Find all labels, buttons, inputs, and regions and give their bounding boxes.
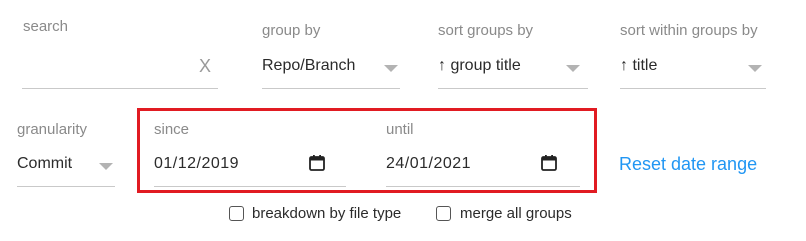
- search-underline: [22, 88, 218, 89]
- until-date-value: 24/01/2021: [386, 155, 472, 172]
- sort-groups-by-select[interactable]: ↑ group title: [438, 52, 588, 90]
- reset-date-range-link[interactable]: Reset date range: [619, 154, 757, 175]
- since-underline: [154, 186, 346, 187]
- search-clear-button[interactable]: X: [199, 56, 211, 77]
- sort-within-groups-by-value: ↑ title: [620, 57, 658, 74]
- since-label: since: [154, 121, 190, 138]
- breakdown-by-file-type-checkbox[interactable]: [229, 206, 244, 221]
- granularity-value: Commit: [17, 155, 73, 172]
- sort-groups-by-underline: [438, 88, 588, 89]
- sort-groups-by-label: sort groups by: [438, 22, 534, 39]
- merge-all-groups-checkbox[interactable]: [436, 206, 451, 221]
- calendar-icon[interactable]: [540, 154, 558, 172]
- chevron-down-icon: [748, 65, 762, 72]
- breakdown-by-file-type-label[interactable]: breakdown by file type: [252, 205, 401, 222]
- since-date-input[interactable]: 01/12/2019: [154, 148, 346, 186]
- until-underline: [386, 186, 580, 187]
- group-by-underline: [262, 88, 400, 89]
- group-by-value: Repo/Branch: [262, 57, 356, 74]
- group-by-select[interactable]: Repo/Branch: [262, 52, 400, 90]
- until-label: until: [386, 121, 414, 138]
- granularity-underline: [17, 186, 115, 187]
- chevron-down-icon: [99, 163, 113, 170]
- calendar-icon[interactable]: [308, 154, 326, 172]
- group-by-label: group by: [262, 22, 321, 39]
- granularity-select[interactable]: Commit: [17, 150, 115, 188]
- sort-within-groups-by-label: sort within groups by: [620, 22, 758, 39]
- sort-within-groups-by-select[interactable]: ↑ title: [620, 52, 766, 90]
- chevron-down-icon: [566, 65, 580, 72]
- merge-all-groups-label[interactable]: merge all groups: [460, 205, 572, 222]
- chevron-down-icon: [384, 65, 398, 72]
- sort-within-groups-by-underline: [620, 88, 766, 89]
- until-date-input[interactable]: 24/01/2021: [386, 148, 580, 186]
- granularity-label: granularity: [17, 121, 88, 138]
- since-date-value: 01/12/2019: [154, 155, 240, 172]
- sort-groups-by-value: ↑ group title: [438, 57, 521, 74]
- search-label: search: [23, 18, 69, 35]
